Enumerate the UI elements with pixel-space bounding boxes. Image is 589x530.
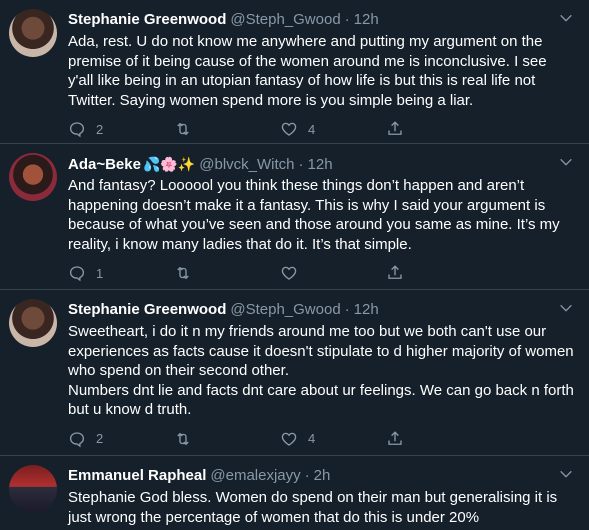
tweet-header: Emmanuel Rapheal @emalexjayy · 2h (68, 466, 575, 486)
retweet-icon (177, 122, 189, 136)
name-emoji: 💦🌸✨ (142, 156, 196, 172)
separator-dot: · (304, 467, 310, 484)
chevron-down-icon[interactable] (557, 465, 575, 483)
share-icon (388, 265, 402, 279)
share-button[interactable] (386, 430, 492, 448)
timestamp[interactable]: 2h (314, 466, 331, 486)
reply-button[interactable]: 2 (68, 120, 174, 138)
like-button[interactable]: 4 (280, 430, 386, 448)
tweet-text: Sweetheart, i do it n my friends around … (68, 323, 574, 418)
display-name[interactable]: Ada~Beke (68, 155, 141, 175)
like-count: 4 (308, 431, 316, 446)
tweet-actions: 2 4 (68, 420, 493, 458)
reply-count: 2 (96, 431, 104, 446)
tweet-actions: 1 (68, 254, 493, 292)
heart-icon (281, 432, 297, 446)
avatar[interactable] (9, 9, 57, 57)
heart-icon (281, 266, 297, 280)
user-handle[interactable]: @Steph_Gwood (230, 10, 340, 30)
tweet-header: Stephanie Greenwood @Steph_Gwood · 12h (68, 300, 575, 320)
retweet-button[interactable] (174, 264, 280, 282)
share-button[interactable] (386, 264, 492, 282)
reply-icon (69, 431, 85, 447)
chevron-down-icon[interactable] (557, 153, 575, 171)
timestamp[interactable]: 12h (354, 10, 379, 30)
like-button[interactable] (280, 264, 386, 282)
reply-button[interactable]: 2 (68, 430, 174, 448)
like-count: 4 (308, 121, 316, 137)
separator-dot: · (344, 11, 350, 28)
tweet[interactable]: Stephanie Greenwood @Steph_Gwood · 12h S… (0, 290, 589, 456)
like-button[interactable]: 4 (280, 120, 386, 138)
tweet-actions: 2 4 (68, 110, 493, 148)
reply-icon (69, 266, 85, 282)
reply-button[interactable]: 1 (68, 264, 174, 282)
avatar[interactable] (9, 299, 57, 347)
tweet-text: And fantasy? Loooool you think these thi… (68, 177, 564, 253)
display-name[interactable]: Emmanuel Rapheal (68, 466, 206, 486)
timestamp[interactable]: 12h (354, 300, 379, 320)
display-name[interactable]: Stephanie Greenwood (68, 300, 226, 320)
tweet[interactable]: Stephanie Greenwood @Steph_Gwood · 12h A… (0, 0, 589, 144)
user-handle[interactable]: @emalexjayy (210, 466, 300, 486)
display-name[interactable]: Stephanie Greenwood (68, 10, 226, 30)
share-icon (388, 121, 402, 135)
retweet-button[interactable] (174, 430, 280, 448)
reply-icon (69, 122, 85, 138)
tweet-text: Stephanie God bless. Women do spend on t… (68, 489, 562, 526)
separator-dot: · (344, 301, 350, 318)
avatar[interactable] (9, 465, 57, 513)
tweet[interactable]: Emmanuel Rapheal @emalexjayy · 2h Stepha… (0, 456, 589, 530)
tweet-text: Ada, rest. U do not know me anywhere and… (68, 33, 551, 109)
tweet-header: Ada~Beke 💦🌸✨ @blvck_Witch · 12h (68, 154, 575, 174)
avatar[interactable] (9, 153, 57, 201)
reply-count: 2 (96, 121, 104, 137)
chevron-down-icon[interactable] (557, 299, 575, 317)
separator-dot: · (298, 156, 304, 173)
share-icon (388, 430, 402, 445)
tweet-header: Stephanie Greenwood @Steph_Gwood · 12h (68, 10, 575, 30)
reply-count: 1 (96, 265, 104, 281)
retweet-icon (177, 266, 189, 280)
retweet-icon (177, 432, 189, 445)
heart-icon (281, 122, 297, 136)
chevron-down-icon[interactable] (557, 9, 575, 27)
user-handle[interactable]: @Steph_Gwood (230, 300, 340, 320)
share-button[interactable] (386, 120, 492, 138)
user-handle[interactable]: @blvck_Witch (199, 155, 294, 175)
timestamp[interactable]: 12h (308, 155, 333, 175)
retweet-button[interactable] (174, 120, 280, 138)
tweet[interactable]: Ada~Beke 💦🌸✨ @blvck_Witch · 12h And fant… (0, 144, 589, 290)
